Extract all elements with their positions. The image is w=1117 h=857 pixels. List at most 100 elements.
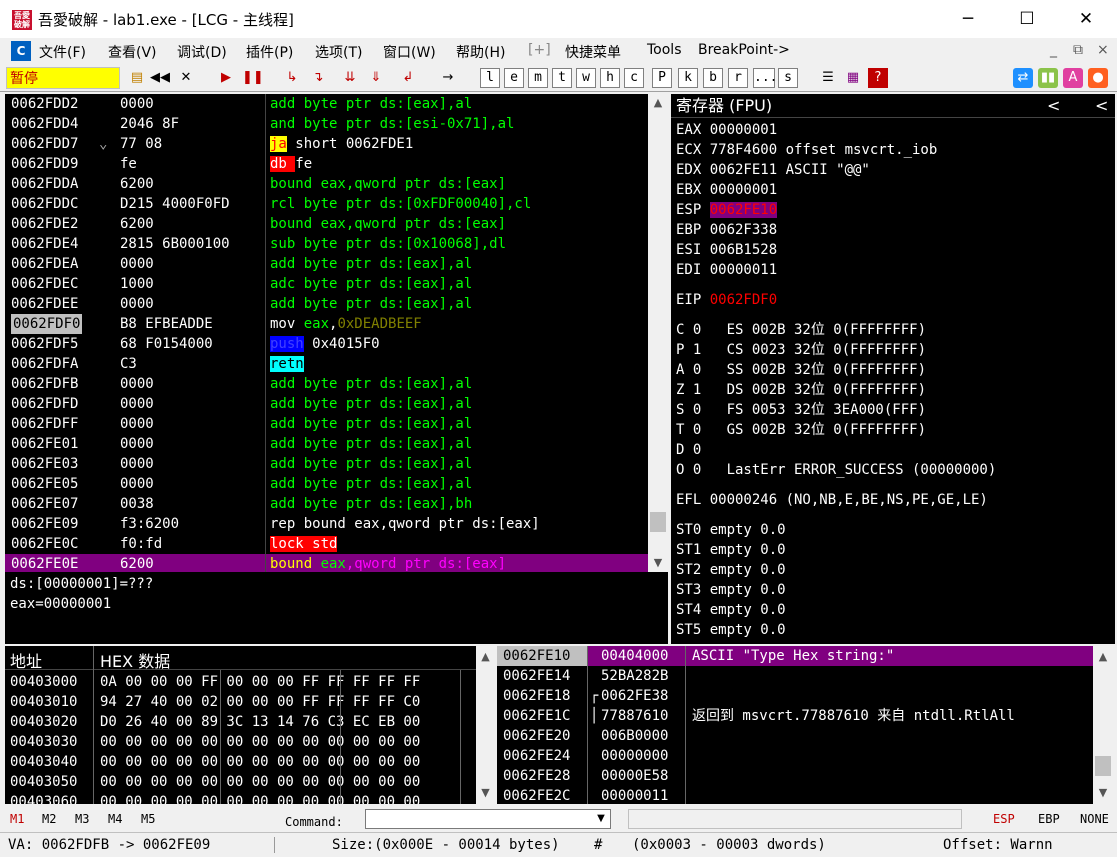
menu-tools[interactable]: Tools — [647, 42, 682, 58]
registers-pane[interactable]: 寄存器 (FPU) < < EAX 00000001 ECX 778F4600 o… — [671, 94, 1115, 644]
menu-debug[interactable]: 调试(D) — [177, 42, 227, 62]
registers-next-button[interactable]: < — [1095, 95, 1108, 117]
disasm-row[interactable]: 0062FDFF 0000 add byte ptr ds:[eax],al — [5, 414, 648, 434]
stack-scroll-up-icon[interactable]: ▲ — [1093, 648, 1113, 666]
dump-pane[interactable]: 地址 HEX 数据 00403000 0A 00 00 00 FF 00 00 0… — [5, 646, 476, 804]
register-line[interactable]: P 1 CS 0023 32位 0(FFFFFFFF) — [671, 340, 1115, 360]
stack-scroll-down-icon[interactable]: ▼ — [1093, 784, 1113, 802]
child-window-icon[interactable]: C — [11, 41, 31, 61]
register-line[interactable]: ESP 0062FE10 — [671, 200, 1115, 220]
tb-threads[interactable]: t — [552, 68, 572, 88]
grid-icon[interactable]: ▦ — [843, 68, 863, 88]
trace-into-icon[interactable]: ⇊ — [340, 68, 360, 88]
run-icon[interactable]: ▶ — [216, 68, 236, 88]
register-line[interactable]: EDX 0062FE11 ASCII "@@" — [671, 160, 1115, 180]
register-line[interactable]: O 0 LastErr ERROR_SUCCESS (00000000) — [671, 460, 1115, 480]
command-input[interactable]: ▼ — [365, 809, 611, 829]
register-line[interactable]: EFL 00000246 (NO,NB,E,BE,NS,PE,GE,LE) — [671, 490, 1115, 510]
close-button[interactable]: ✕ — [1063, 0, 1109, 38]
dump-row[interactable]: 00403040 00 00 00 00 00 00 00 00 00 00 00… — [5, 752, 476, 772]
disasm-row[interactable]: 0062FDFD 0000 add byte ptr ds:[eax],al — [5, 394, 648, 414]
register-line[interactable]: S 0 FS 0053 32位 3EA000(FFF) — [671, 400, 1115, 420]
register-line[interactable]: ST1 empty 0.0 — [671, 540, 1115, 560]
dump-scrollbar[interactable]: ▲ ▼ — [476, 646, 495, 804]
menu-window[interactable]: 窗口(W) — [383, 42, 436, 62]
register-line[interactable]: T 0 GS 002B 32位 0(FFFFFFFF) — [671, 420, 1115, 440]
disasm-row[interactable]: 0062FDEC 1000 adc byte ptr ds:[eax],al — [5, 274, 648, 294]
menu-plugins[interactable]: 插件(P) — [246, 42, 293, 62]
disassembly-scrollbar[interactable]: ▲ ▼ — [648, 94, 668, 572]
tb-source[interactable]: s — [778, 68, 798, 88]
maximize-button[interactable]: ☐ — [1004, 0, 1050, 38]
register-line[interactable]: EIP 0062FDF0 — [671, 290, 1115, 310]
mark-m2[interactable]: M2 — [42, 812, 56, 826]
disasm-row[interactable]: 0062FDEA 0000 add byte ptr ds:[eax],al — [5, 254, 648, 274]
tb-log-window[interactable]: l — [480, 68, 500, 88]
disasm-row[interactable]: 0062FE07 0038 add byte ptr ds:[eax],bh — [5, 494, 648, 514]
step-over-icon[interactable]: ↴ — [308, 68, 328, 88]
disasm-row[interactable]: 0062FE0C f0:fd lock std — [5, 534, 648, 554]
register-line[interactable]: ST5 empty 0.0 — [671, 620, 1115, 640]
tb-handles[interactable]: h — [600, 68, 620, 88]
dump-row[interactable]: 00403020 D0 26 40 00 89 3C 13 14 76 C3 EC… — [5, 712, 476, 732]
ascii-icon[interactable]: A — [1063, 68, 1083, 88]
dump-row[interactable]: 00403000 0A 00 00 00 FF 00 00 00 FF FF FF… — [5, 672, 476, 692]
register-line[interactable]: A 0 SS 002B 32位 0(FFFFFFFF) — [671, 360, 1115, 380]
register-line[interactable]: EDI 00000011 — [671, 260, 1115, 280]
refresh-icon[interactable]: ⇄ — [1013, 68, 1033, 88]
help-icon[interactable]: ? — [868, 68, 888, 88]
plugin-icon[interactable]: ▮▮ — [1038, 68, 1058, 88]
mark-m4[interactable]: M4 — [108, 812, 122, 826]
dump-row[interactable]: 00403010 94 27 40 00 02 00 00 00 FF FF FF… — [5, 692, 476, 712]
disasm-row[interactable]: 0062FDFB 0000 add byte ptr ds:[eax],al — [5, 374, 648, 394]
disasm-row[interactable]: 0062FE09 f3:6200 rep bound eax,qword ptr d… — [5, 514, 648, 534]
register-line[interactable]: D 0 — [671, 440, 1115, 460]
disasm-row[interactable]: 0062FDDC D215 4000F0FD rcl byte ptr ds:[0x… — [5, 194, 648, 214]
mdi-minimize-button[interactable]: _ — [1050, 42, 1057, 58]
disasm-row[interactable]: 0062FE0E 6200 bound eax,qword ptr ds:[eax] — [5, 554, 648, 572]
follow-esp[interactable]: ESP — [993, 812, 1015, 826]
open-file-icon[interactable]: ▤ — [127, 68, 147, 88]
step-into-icon[interactable]: ↳ — [282, 68, 302, 88]
register-line[interactable]: ST3 empty 0.0 — [671, 580, 1115, 600]
stack-scroll-thumb[interactable] — [1095, 756, 1111, 776]
menu-help[interactable]: 帮助(H) — [456, 42, 505, 62]
scroll-thumb[interactable] — [650, 512, 666, 532]
tb-windows[interactable]: w — [576, 68, 596, 88]
stack-scrollbar[interactable]: ▲ ▼ — [1093, 646, 1113, 804]
execute-till-return-icon[interactable]: ↲ — [398, 68, 418, 88]
mark-m5[interactable]: M5 — [141, 812, 155, 826]
disasm-row[interactable]: 0062FDE4 2815 6B000100 sub byte ptr ds:[0x… — [5, 234, 648, 254]
register-line[interactable]: EBX 00000001 — [671, 180, 1115, 200]
tb-references[interactable]: r — [728, 68, 748, 88]
stack-pane[interactable]: 0062FE10 00404000 ASCII "Type Hex string:"… — [497, 646, 1093, 804]
disasm-row[interactable]: 0062FE03 0000 add byte ptr ds:[eax],al — [5, 454, 648, 474]
tb-call-stack[interactable]: k — [678, 68, 698, 88]
register-line[interactable]: C 0 ES 002B 32位 0(FFFFFFFF) — [671, 320, 1115, 340]
dump-col-hex[interactable]: HEX 数据 — [100, 648, 170, 672]
tb-patches[interactable]: P — [652, 68, 672, 88]
disasm-row[interactable]: 0062FE01 0000 add byte ptr ds:[eax],al — [5, 434, 648, 454]
dump-scroll-up-icon[interactable]: ▲ — [476, 648, 495, 666]
disasm-row[interactable]: 0062FDD4 2046 8F and byte ptr ds:[esi-0x71… — [5, 114, 648, 134]
trace-over-icon[interactable]: ⇓ — [366, 68, 386, 88]
chevron-down-icon[interactable]: ▼ — [592, 810, 610, 828]
tb-memory[interactable]: m — [528, 68, 548, 88]
scroll-down-arrow-icon[interactable]: ▼ — [648, 554, 668, 572]
mdi-restore-button[interactable]: ⧉ — [1073, 42, 1083, 58]
menu-plus[interactable]: [+] — [528, 42, 551, 58]
menu-file[interactable]: 文件(F) — [39, 42, 86, 62]
menu-shortcut[interactable]: 快捷菜单 — [565, 42, 621, 62]
dump-col-address[interactable]: 地址 — [10, 648, 42, 672]
goto-icon[interactable]: → — [438, 68, 458, 88]
register-line[interactable]: ST0 empty 0.0 — [671, 520, 1115, 540]
disasm-row[interactable]: 0062FDF5 68 F0154000 push 0x4015F0 — [5, 334, 648, 354]
disasm-row[interactable]: 0062FDEE 0000 add byte ptr ds:[eax],al — [5, 294, 648, 314]
disasm-row[interactable]: 0062FDFA C3 retn — [5, 354, 648, 374]
dump-scroll-down-icon[interactable]: ▼ — [476, 784, 495, 802]
menu-options[interactable]: 选项(T) — [315, 42, 362, 62]
menu-breakpoint[interactable]: BreakPoint-> — [698, 42, 790, 58]
register-line[interactable]: ECX 778F4600 offset msvcrt._iob — [671, 140, 1115, 160]
disassembly-pane[interactable]: 0062FDD2 0000 add byte ptr ds:[eax],al 0062… — [5, 94, 648, 572]
tb-cpu[interactable]: c — [624, 68, 644, 88]
